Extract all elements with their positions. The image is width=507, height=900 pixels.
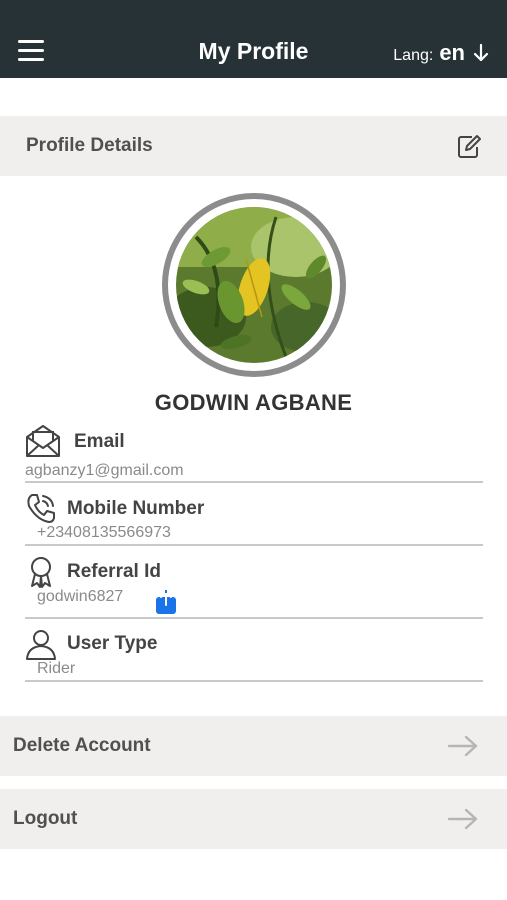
delete-account-label: Delete Account [13,735,151,756]
arrow-down-icon [473,43,489,62]
email-field: Email agbanzy1@gmail.com [25,423,483,483]
avatar[interactable] [176,207,332,363]
referral-field: Referral Id godwin6827 [25,553,483,619]
user-type-label: User Type [67,633,158,654]
profile-details-bar: Profile Details [0,116,507,176]
user-icon [26,630,56,660]
profile-details-title: Profile Details [26,135,153,156]
envelope-icon [26,425,60,457]
arrow-right-icon [447,808,478,830]
logout-button[interactable]: Logout [0,789,507,849]
logout-label: Logout [13,808,78,829]
user-type-field: User Type Rider [25,626,483,682]
language-value: en [439,40,465,65]
badge-icon [31,557,51,588]
language-label: Lang: [393,47,434,64]
mobile-label: Mobile Number [67,498,205,519]
app-bar: My Profile Lang: en [0,0,507,78]
share-icon[interactable] [155,589,177,615]
arrow-right-icon [447,735,478,757]
referral-value: godwin6827 [37,588,124,605]
mobile-value: +23408135566973 [37,524,171,541]
edit-icon[interactable] [455,132,483,160]
mobile-field: Mobile Number +23408135566973 [25,490,483,546]
avatar-photo [176,207,332,363]
referral-label: Referral Id [67,561,161,582]
delete-account-button[interactable]: Delete Account [0,716,507,776]
user-type-value: Rider [37,660,76,677]
email-value: agbanzy1@gmail.com [25,462,184,479]
email-label: Email [74,431,125,452]
user-name: GODWIN AGBANE [154,390,353,415]
phone-icon [27,494,55,523]
avatar-frame [162,193,346,377]
language-selector[interactable]: Lang: en [393,40,491,66]
